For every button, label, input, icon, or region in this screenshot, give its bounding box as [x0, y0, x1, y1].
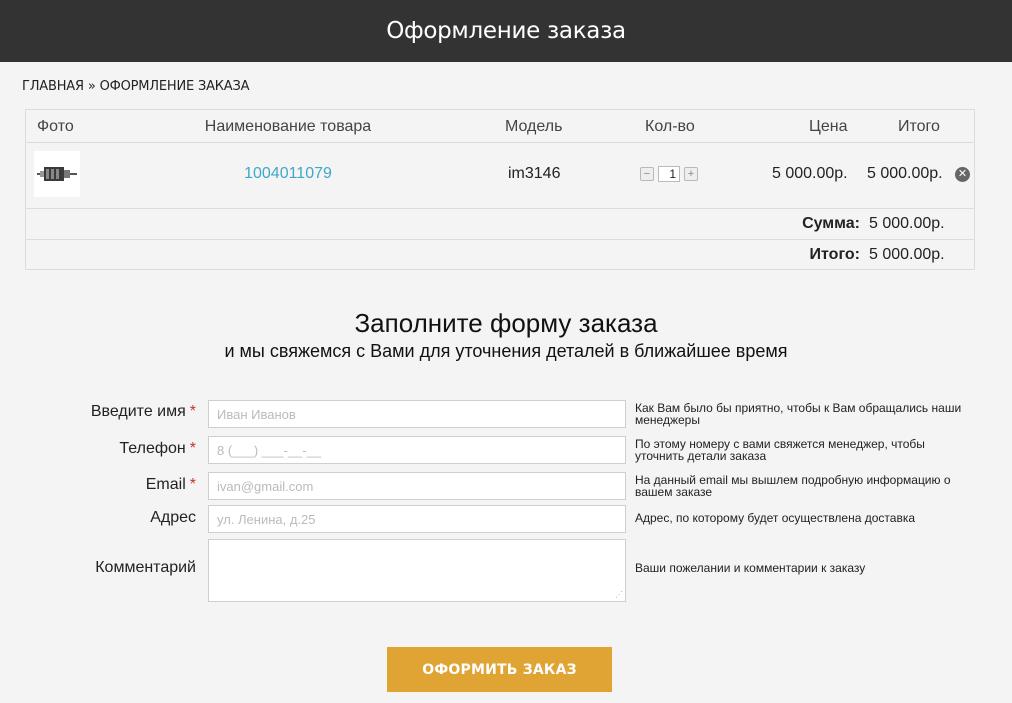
column-header-name: Наименование товара [204, 118, 372, 135]
name-label-text: Введите имя [90, 403, 186, 420]
product-model: im3146 [508, 165, 561, 182]
required-mark: * [189, 476, 196, 493]
cart-header-row: Фото Наименование товара Модель Кол-во Ц… [26, 110, 974, 143]
form-title: Заполните форму заказа [354, 308, 658, 338]
subtotal-value: 5 000.00р. [869, 215, 945, 232]
breadcrumb: Главная» Оформление заказа [22, 79, 250, 94]
close-icon[interactable]: ✕ [955, 167, 970, 182]
breadcrumb-current: Оформление заказа [99, 79, 250, 94]
total-value: 5 000.00р. [869, 246, 945, 263]
column-header-price: Цена [809, 118, 848, 135]
required-mark: * [189, 440, 196, 457]
total-label: Итого: [809, 246, 860, 263]
address-field[interactable]: ул. Ленина, д.25 [208, 505, 626, 533]
cart-total-row: Итого: 5 000.00р. [26, 240, 974, 270]
comment-textarea[interactable]: ⋰ [208, 539, 626, 602]
minus-icon[interactable]: − [640, 167, 654, 181]
phone-label: Телефон * [119, 440, 196, 458]
phone-field[interactable]: 8 (___) ___-__-__ [208, 436, 626, 464]
email-field[interactable]: ivan@gmail.com [208, 472, 626, 500]
cart-item-row: 1004011079 im3146 − 1 + 5 000.00р. 5 000… [26, 143, 974, 209]
quantity-stepper: − 1 + [640, 166, 698, 182]
breadcrumb-home-link[interactable]: Главная [22, 79, 84, 94]
product-price: 5 000.00р. [772, 165, 848, 182]
address-label: Адрес [150, 509, 196, 526]
column-header-qty: Кол-во [645, 118, 695, 135]
email-label: Email * [146, 476, 196, 494]
email-hint: На данный email мы вышлем подробную инфо… [635, 473, 951, 499]
comment-hint: Ваши пожелании и комментарии к заказу [635, 561, 866, 575]
product-total: 5 000.00р. [867, 165, 943, 182]
page-header: Оформление заказа [0, 0, 1012, 62]
column-header-total: Итого [898, 118, 940, 135]
quantity-input[interactable]: 1 [658, 166, 680, 182]
phone-label-text: Телефон [119, 440, 186, 457]
column-header-photo: Фото [37, 118, 74, 135]
page-title: Оформление заказа [386, 18, 626, 44]
column-header-model: Модель [505, 118, 563, 135]
required-mark: * [189, 403, 196, 420]
phone-hint: По этому номеру с вами свяжется менеджер… [635, 437, 925, 463]
name-hint: Как Вам было бы приятно, чтобы к Вам обр… [635, 401, 962, 427]
product-thumbnail[interactable] [34, 151, 80, 197]
breadcrumb-separator: » [87, 79, 96, 94]
resize-grip-icon[interactable]: ⋰ [615, 591, 623, 599]
email-label-text: Email [145, 476, 186, 493]
name-label: Введите имя * [91, 403, 196, 421]
cart-subtotal-row: Сумма: 5 000.00р. [26, 209, 974, 240]
form-subtitle: и мы свяжемся с Вами для уточнения детал… [224, 341, 788, 361]
product-name-link[interactable]: 1004011079 [176, 165, 400, 183]
cart-table: Фото Наименование товара Модель Кол-во Ц… [25, 109, 975, 270]
address-hint: Адрес, по которому будет осуществлена до… [635, 511, 916, 525]
subtotal-label: Сумма: [802, 215, 860, 232]
submit-order-button[interactable]: Оформить заказ [387, 647, 612, 692]
plus-icon[interactable]: + [684, 167, 698, 181]
name-field[interactable]: Иван Иванов [208, 400, 626, 428]
comment-label: Комментарий [95, 559, 196, 576]
